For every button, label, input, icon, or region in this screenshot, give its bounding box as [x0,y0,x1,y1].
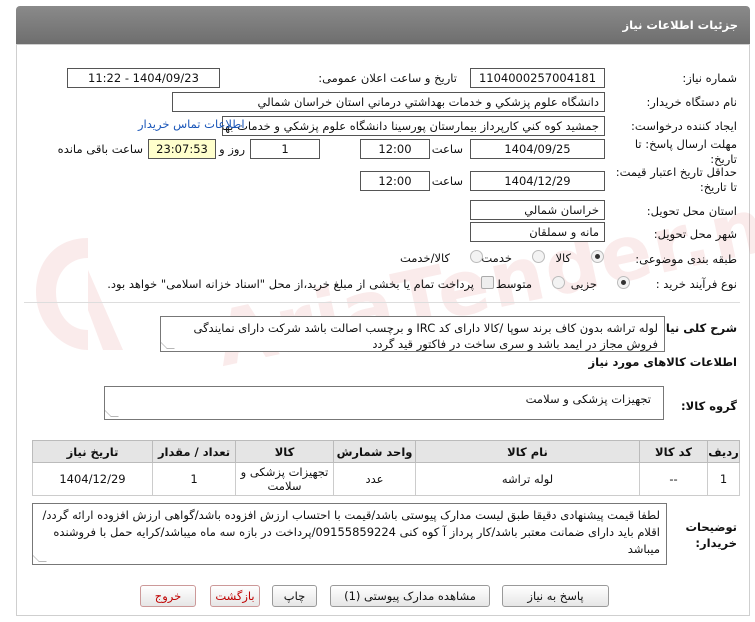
cell-row: 1 [707,462,740,496]
exit-button[interactable]: خروج [140,585,196,607]
goods-section-title: اطلاعات کالاهای مورد نیاز [588,355,737,369]
radio-service-label: خدمت [481,251,512,265]
days-label: روز و [219,142,245,156]
reply-button[interactable]: پاسخ به نیاز [502,585,609,607]
days-remaining-field: 1 [250,139,320,159]
validity-time-label: ساعت [431,174,463,188]
goods-group-label: گروه کالا: [681,399,737,413]
validity-time-field: 12:00 [360,171,430,191]
col-date: تاریخ نیاز [32,440,153,463]
buyer-contact-link[interactable]: اطلاعات تماس خریدار [138,117,245,131]
buyer-notes-label: توضیحات خریدار: [685,520,738,550]
back-button[interactable]: بازگشت [210,585,260,607]
cell-code: -- [639,462,708,496]
announce-datetime-field: 1404/09/23 - 11:22 [67,68,220,88]
resize-grip-icon[interactable] [33,554,47,562]
col-category: کالا [235,440,334,463]
radio-medium-label: متوسط [495,277,532,291]
col-row: ردیف [707,440,740,463]
window-title: جزئیات اطلاعات نیاز [16,6,750,44]
treasury-payment-note: پرداخت تمام یا بخشی از مبلغ خرید،از محل … [107,277,474,291]
resize-grip-icon[interactable] [105,409,119,417]
reply-date-field: 1404/09/25 [470,139,605,159]
cell-unit: عدد [333,462,416,496]
city-label: شهر محل تحویل: [653,227,737,241]
goods-group-value: تجهیزات پزشکی و سلامت [525,392,651,406]
radio-minor-label: جزیی [570,277,597,291]
buyer-notes-text: لطفا قیمت پیشنهادی دقیقا طبق لیست مدارک … [42,508,660,556]
print-button[interactable]: چاپ [272,585,317,607]
cell-qty: 1 [152,462,236,496]
radio-goods-service[interactable] [470,250,483,263]
remaining-time-field: 23:07:53 [148,139,216,159]
goods-group-field: تجهیزات پزشکی و سلامت [104,386,664,420]
col-code: کد کالا [639,440,708,463]
divider [24,302,740,303]
requester-label: ایجاد کننده درخواست: [631,119,737,133]
resize-grip-icon[interactable] [161,341,175,349]
validity-date-field: 1404/12/29 [470,171,605,191]
requester-field: جمشيد کوه کني کارپرداز بیمارستان پورسينا… [222,116,605,136]
col-qty: تعداد / مقدار [152,440,236,463]
province-label: استان محل تحویل: [646,204,737,218]
buyer-org-label: نام دستگاه خریدار: [646,95,737,109]
cell-name: لوله تراشه [415,462,640,496]
goods-table: ردیف کد کالا نام کالا واحد شمارش کالا تع… [32,440,740,496]
description-text: لوله تراشه بدون کاف برند سوپا /کالا دارا… [160,316,665,352]
treasury-payment-checkbox[interactable] [481,276,494,289]
need-details-window: جزئیات اطلاعات نیاز AriaTender.net شماره… [0,0,755,622]
need-number-field: 1104000257004181 [470,68,605,88]
radio-minor[interactable] [617,276,630,289]
goods-table-header: ردیف کد کالا نام کالا واحد شمارش کالا تع… [32,440,740,463]
cell-category: تجهیزات پزشکی و سلامت [235,462,334,496]
buyer-notes-field: لطفا قیمت پیشنهادی دقیقا طبق لیست مدارک … [32,503,667,565]
col-name: نام کالا [415,440,640,463]
radio-goods[interactable] [591,250,604,263]
radio-goods-label: کالا [555,251,571,265]
radio-medium[interactable] [552,276,565,289]
reply-time-label: ساعت [431,142,463,156]
purchase-process-label: نوع فرآیند خرید : [655,277,737,291]
col-unit: واحد شمارش [333,440,416,463]
reply-time-field: 12:00 [360,139,430,159]
table-row: 1 -- لوله تراشه عدد تجهیزات پزشکی و سلام… [32,462,740,496]
need-number-label: شماره نیاز: [682,71,737,85]
radio-service[interactable] [532,250,545,263]
province-field: خراسان شمالي [470,200,605,220]
reply-deadline-label: مهلت ارسال پاسخ: تا تاریخ: [634,137,737,166]
city-field: مانه و سملقان [470,222,605,242]
description-label: شرح کلی نیاز: [654,321,737,335]
description-content: لوله تراشه بدون کاف برند سوپا /کالا دارا… [193,321,658,351]
buyer-org-field: دانشگاه علوم پزشکي و خدمات بهداشتي درمان… [172,92,605,112]
category-label: طبقه بندی موضوعی: [635,252,737,266]
view-attachments-button[interactable]: مشاهده مدارک پیوستی (1) [330,585,490,607]
radio-goods-service-label: کالا/خدمت [399,251,450,265]
remaining-time-label: ساعت باقی مانده [57,142,143,156]
price-validity-label: حداقل تاریخ اعتبار قیمت: تا تاریخ: [615,165,737,194]
cell-date: 1404/12/29 [32,462,153,496]
announce-label: تاریخ و ساعت اعلان عمومی: [318,71,457,85]
